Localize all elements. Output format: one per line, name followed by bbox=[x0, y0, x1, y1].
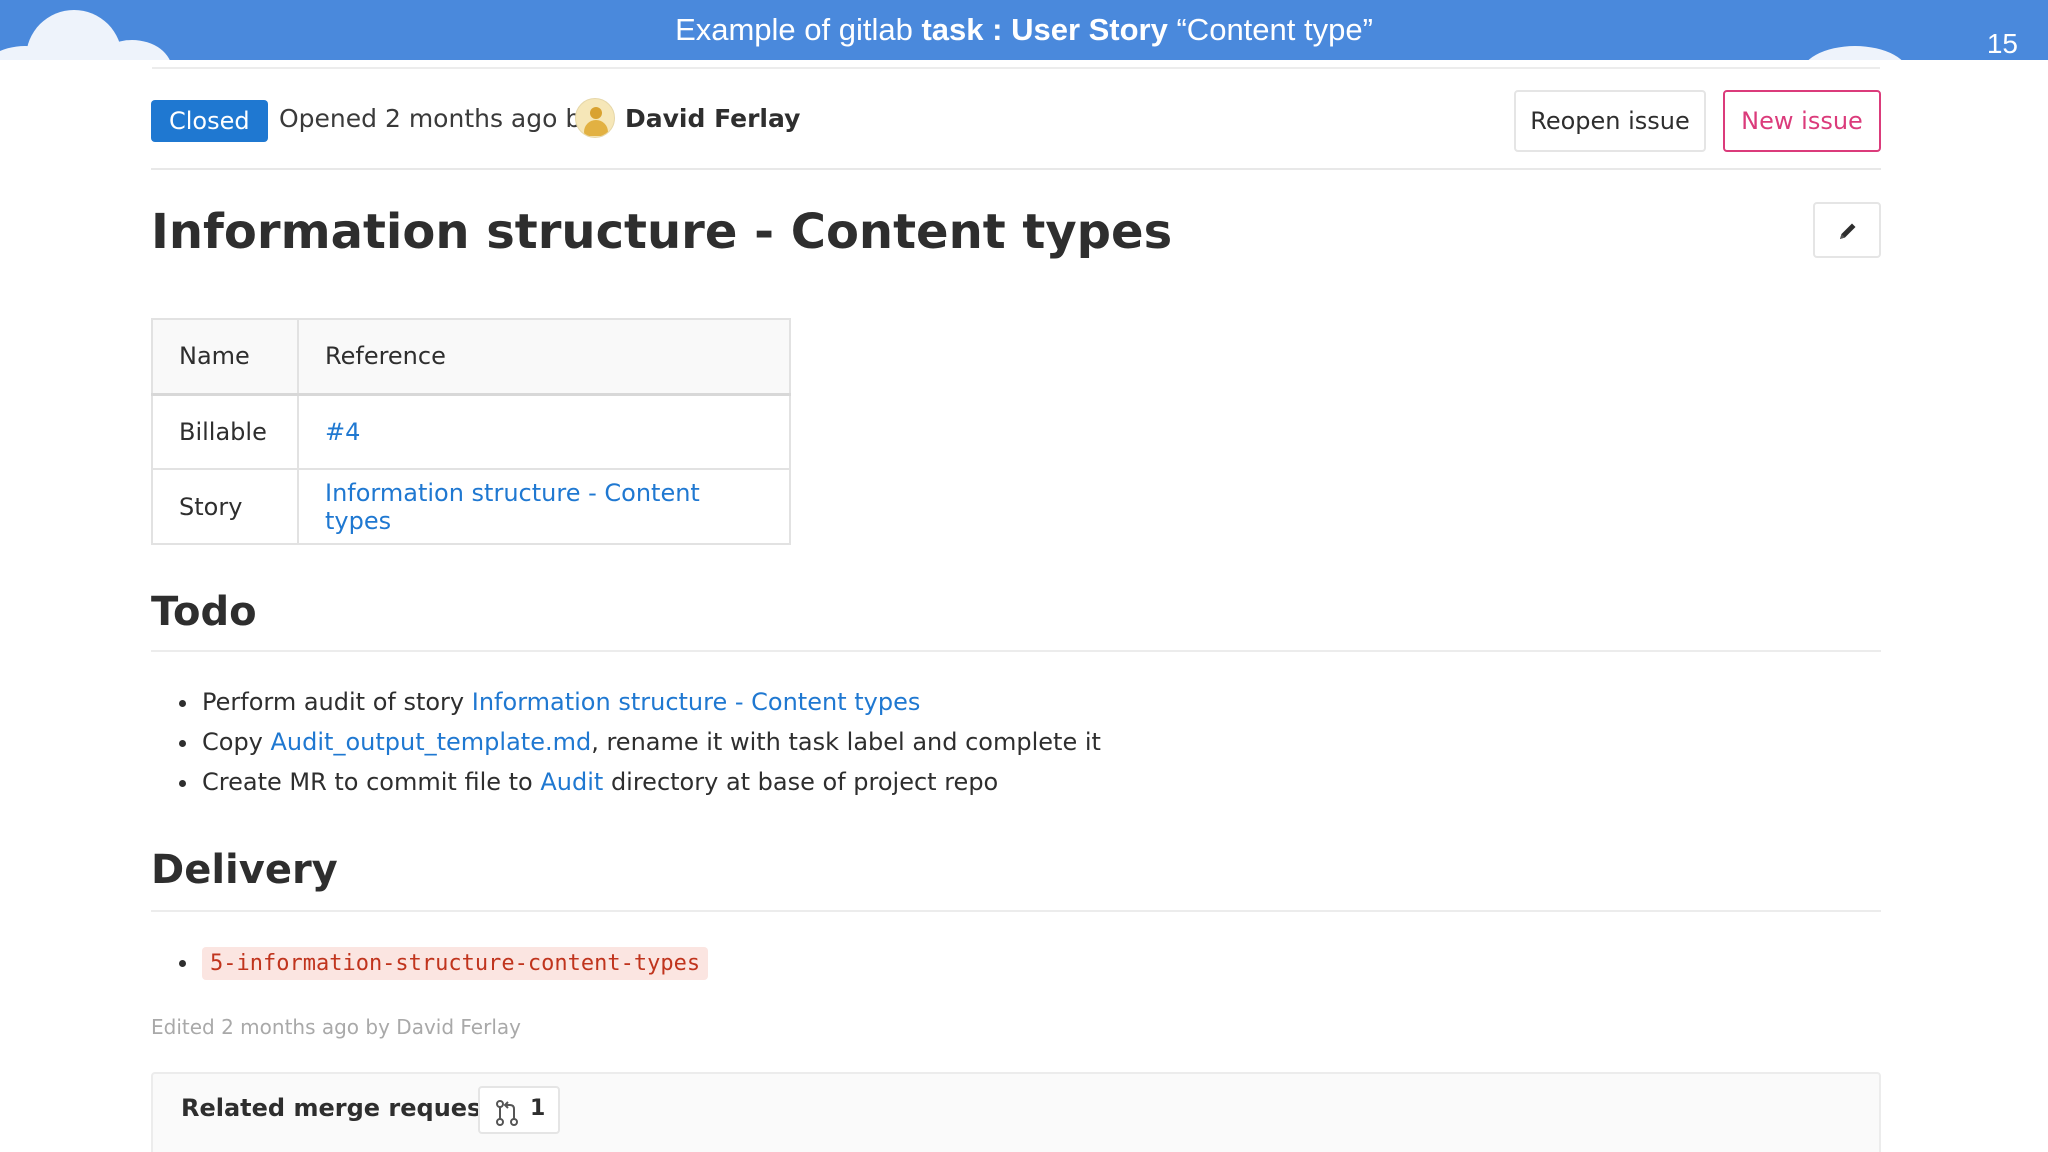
divider bbox=[151, 910, 1881, 912]
issue-title: Information structure - Content types bbox=[151, 204, 1173, 260]
avatar[interactable] bbox=[575, 98, 615, 138]
list-item: Copy Audit_output_template.md, rename it… bbox=[200, 722, 1101, 762]
list-item-text: , rename it with task label and complete… bbox=[591, 728, 1101, 756]
reopen-issue-button[interactable]: Reopen issue bbox=[1514, 90, 1706, 152]
edited-note: Edited 2 months ago by David Ferlay bbox=[151, 1015, 521, 1039]
merge-request-count-badge[interactable]: 1 bbox=[478, 1086, 560, 1134]
list-item-text: Copy bbox=[202, 728, 271, 756]
slide-title: Example of gitlab task : User Story “Con… bbox=[0, 10, 2048, 50]
slide-title-suffix: “Content type” bbox=[1167, 12, 1373, 47]
edit-button[interactable] bbox=[1813, 202, 1881, 258]
story-link[interactable]: Information structure - Content types bbox=[325, 479, 700, 535]
merge-request-icon bbox=[496, 1100, 518, 1126]
slide-title-prefix: Example of gitlab bbox=[675, 12, 922, 47]
list-item-text: Perform audit of story bbox=[202, 688, 472, 716]
reference-table: Name Reference Billable #4 Story Informa… bbox=[151, 318, 791, 545]
table-row: Story Information structure - Content ty… bbox=[151, 468, 791, 545]
table-cell-reference: Information structure - Content types bbox=[297, 468, 791, 545]
new-issue-button[interactable]: New issue bbox=[1723, 90, 1881, 152]
list-item: Perform audit of story Information struc… bbox=[200, 682, 1101, 722]
slide-number: 15 bbox=[1986, 28, 2018, 59]
slide-header: Example of gitlab task : User Story “Con… bbox=[0, 0, 2048, 60]
list-item: 5-information-structure-content-types bbox=[200, 942, 709, 984]
merge-request-count: 1 bbox=[530, 1096, 546, 1121]
delivery-heading: Delivery bbox=[151, 847, 338, 893]
status-badge: Closed bbox=[151, 100, 268, 142]
divider bbox=[151, 650, 1881, 652]
related-merge-requests-title: Related merge requests bbox=[181, 1094, 508, 1122]
pencil-icon bbox=[1840, 223, 1856, 239]
list-item: Create MR to commit file to Audit direct… bbox=[200, 762, 1101, 802]
table-cell-name: Billable bbox=[151, 393, 299, 470]
list-item-text: directory at base of project repo bbox=[603, 768, 999, 796]
opened-text: Opened 2 months ago by bbox=[279, 104, 597, 133]
table-cell-reference: #4 bbox=[297, 393, 791, 470]
template-file-link[interactable]: Audit_output_template.md bbox=[271, 728, 592, 756]
table-header-reference: Reference bbox=[297, 318, 791, 396]
divider bbox=[152, 67, 1880, 69]
delivery-list: 5-information-structure-content-types bbox=[200, 942, 709, 984]
todo-heading: Todo bbox=[151, 589, 257, 635]
table-cell-name: Story bbox=[151, 468, 299, 545]
table-row: Billable #4 bbox=[151, 393, 791, 470]
author-link[interactable]: David Ferlay bbox=[625, 102, 800, 136]
audit-directory-link[interactable]: Audit bbox=[540, 768, 603, 796]
slide-title-bold: task : User Story bbox=[921, 12, 1168, 47]
branch-name-code: 5-information-structure-content-types bbox=[202, 947, 709, 980]
issue-header: Closed Opened 2 months ago by David Ferl… bbox=[151, 88, 1881, 170]
table-header-name: Name bbox=[151, 318, 299, 396]
billable-issue-link[interactable]: #4 bbox=[325, 418, 360, 446]
todo-list: Perform audit of story Information struc… bbox=[200, 682, 1101, 802]
table-header-row: Name Reference bbox=[151, 318, 791, 396]
list-item-text: Create MR to commit file to bbox=[202, 768, 541, 796]
story-link[interactable]: Information structure - Content types bbox=[472, 688, 921, 716]
related-merge-requests-panel: Related merge requests 1 bbox=[151, 1072, 1881, 1152]
